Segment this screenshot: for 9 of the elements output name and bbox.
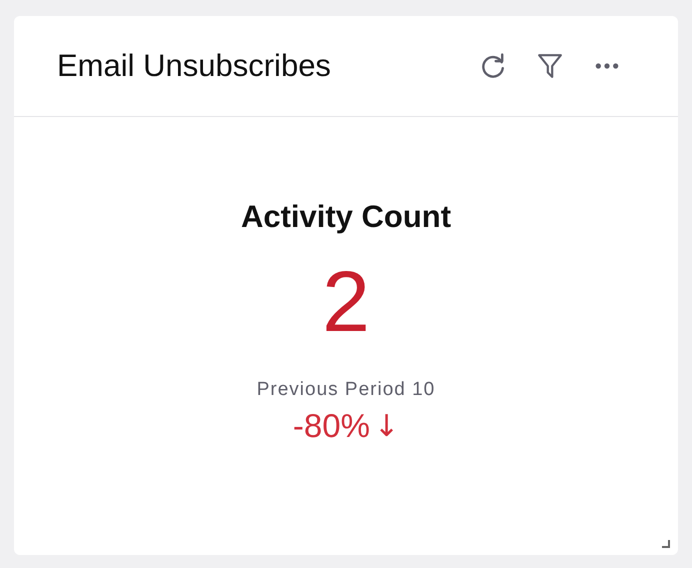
- trend-arrow: ↓: [374, 408, 400, 444]
- card-title: Email Unsubscribes: [57, 48, 331, 84]
- metric-value: 2: [322, 259, 370, 345]
- metric-title: Activity Count: [240, 199, 452, 235]
- resize-handle-icon[interactable]: [662, 540, 670, 548]
- refresh-icon[interactable]: [480, 53, 506, 79]
- previous-period-label: Previous Period 10: [256, 379, 436, 401]
- change-percent: -80%: [292, 407, 370, 445]
- filter-icon[interactable]: [537, 53, 563, 79]
